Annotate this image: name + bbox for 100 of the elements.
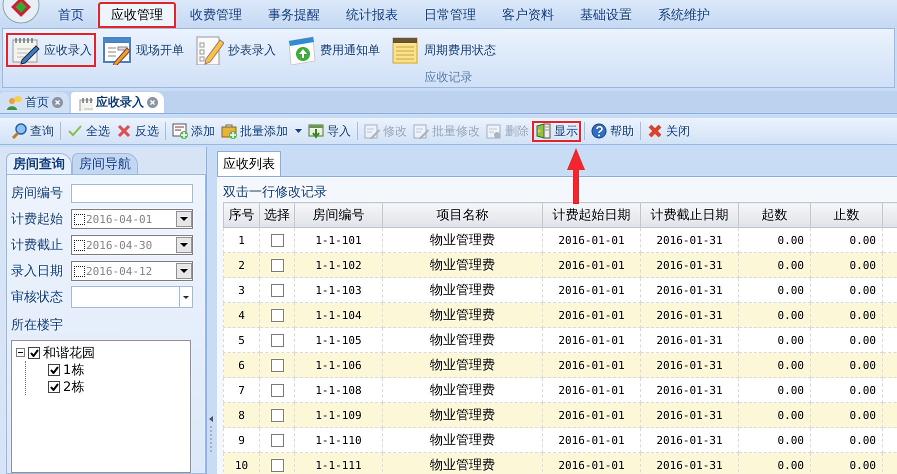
table-cell: 2016-01-01 [542,352,640,378]
dropdown-field[interactable] [71,286,193,308]
checkbox[interactable] [270,284,284,297]
table-cell: 0.00 [738,452,810,474]
table-cell: 0.00 [738,302,810,328]
table-cell: 1-1-104 [294,302,382,328]
checkbox[interactable] [28,346,40,358]
panel-tab[interactable]: 房间导航 [72,153,138,174]
collapse-icon[interactable] [16,348,25,357]
checkbox[interactable] [270,234,284,247]
table-cell: 0.00 [738,352,810,378]
table-cell: 4 [224,302,260,328]
toolbar-button[interactable]: 查询 [8,120,57,142]
arrow-drawing [566,148,586,204]
date-picker[interactable]: 2016-04-12 [71,261,193,281]
import-icon [308,123,324,139]
date-picker[interactable]: 2016-04-30 [71,235,193,255]
checkbox[interactable] [74,266,85,276]
table-cell: 10 [224,452,260,474]
menu-tab[interactable]: 系统维护 [646,3,722,28]
date-value: 2016-04-30 [86,238,154,252]
tree-item[interactable]: 和谐花园 [43,344,95,362]
column-header[interactable]: 房间编号 [294,202,382,228]
table-cell: 物业管理费 [382,352,542,378]
toolbar-button[interactable]: 导入 [305,120,354,142]
close-icon [647,123,663,139]
toolbar-button[interactable]: 关闭 [644,120,693,142]
column-header[interactable]: 选择 [260,202,294,228]
checkbox[interactable] [270,434,284,447]
table-cell: 2016-01-01 [542,402,640,428]
tree-item[interactable]: 2栋 [63,378,84,396]
table-cell: 物业管理费 [382,302,542,328]
dropdown-icon [180,243,188,247]
menu-tab[interactable]: 客户资料 [490,3,566,28]
column-header[interactable]: 止数 [810,202,882,228]
column-header[interactable]: 项目名称 [382,202,542,228]
menu-tab[interactable]: 基础设置 [568,3,644,28]
table-cell: 物业管理费 [382,252,542,278]
ribbon-button[interactable]: 应收录入 [6,33,96,67]
table-cell: 2016-01-31 [640,352,738,378]
toolbar-button[interactable]: 帮助 [588,120,637,142]
table-cell: 1-1-106 [294,352,382,378]
checkbox[interactable] [48,364,60,376]
table-cell: 2 [224,252,260,278]
table-cell: 1-1-102 [294,252,382,278]
document-tab[interactable]: 应收录入 [71,92,164,113]
notice-icon [286,35,316,65]
checkbox[interactable] [270,384,284,397]
toolbar-button[interactable]: 显示 [532,120,581,142]
menu-tab[interactable]: 收费管理 [178,3,254,28]
notepad-icon [10,35,40,65]
checklist-icon [194,35,224,65]
document-tab[interactable]: 首页 [0,92,69,113]
panel-tab[interactable]: 房间查询 [6,153,72,174]
cross-icon [116,123,132,139]
add-icon [172,123,188,139]
input-field[interactable] [71,184,193,202]
tree-item[interactable]: 1栋 [63,360,84,378]
delete-icon [486,123,502,139]
checkbox[interactable] [270,358,284,372]
checkbox[interactable] [270,334,284,347]
date-picker[interactable]: 2016-04-01 [71,209,193,229]
table-cell: 0.00 [810,402,882,428]
menu-tab[interactable]: 日常管理 [412,3,488,28]
toolbar-button[interactable]: 添加 [169,120,218,142]
ledger-icon [390,35,420,65]
toolbar-button[interactable]: 全选 [64,120,113,142]
table-cell: 2016-01-31 [640,302,738,328]
checkbox[interactable] [270,258,284,272]
checkbox[interactable] [48,380,60,392]
checkmark-icon [30,348,38,356]
tick-icon [67,123,83,139]
column-header[interactable]: 序号 [224,202,260,228]
column-header[interactable]: 起数 [738,202,810,228]
ribbon-button[interactable]: 现场开单 [98,33,188,67]
briefcase-icon [221,123,237,139]
date-value: 2016-04-12 [86,264,154,278]
form-icon [102,35,132,65]
checkbox[interactable] [270,408,284,422]
checkbox[interactable] [74,214,85,224]
menu-tab[interactable]: 统计报表 [334,3,410,28]
menu-tab[interactable]: 首页 [46,3,96,28]
table-cell: 8 [224,402,260,428]
toolbar-button[interactable]: 反选 [113,120,162,142]
column-header[interactable]: 计费截止日期 [640,202,738,228]
column-header[interactable]: 计费起始日期 [542,202,640,228]
dropdown-icon [180,269,188,273]
content-tab[interactable]: 应收列表 [217,151,281,176]
menu-tab[interactable]: 事务提醒 [256,3,332,28]
ribbon-button[interactable]: 费用通知单 [282,33,384,67]
checkbox[interactable] [74,240,85,250]
toolbar-button[interactable]: 批量添加 [218,120,305,142]
table-cell: 0.00 [810,302,882,328]
ribbon-button[interactable]: 抄表录入 [190,33,280,67]
close-icon [147,97,158,108]
checkbox[interactable] [270,458,284,472]
table-cell: 物业管理费 [382,452,542,474]
checkbox[interactable] [270,308,284,322]
ribbon-button[interactable]: 周期费用状态 [386,33,500,67]
menu-tab[interactable]: 应收管理 [98,2,176,28]
